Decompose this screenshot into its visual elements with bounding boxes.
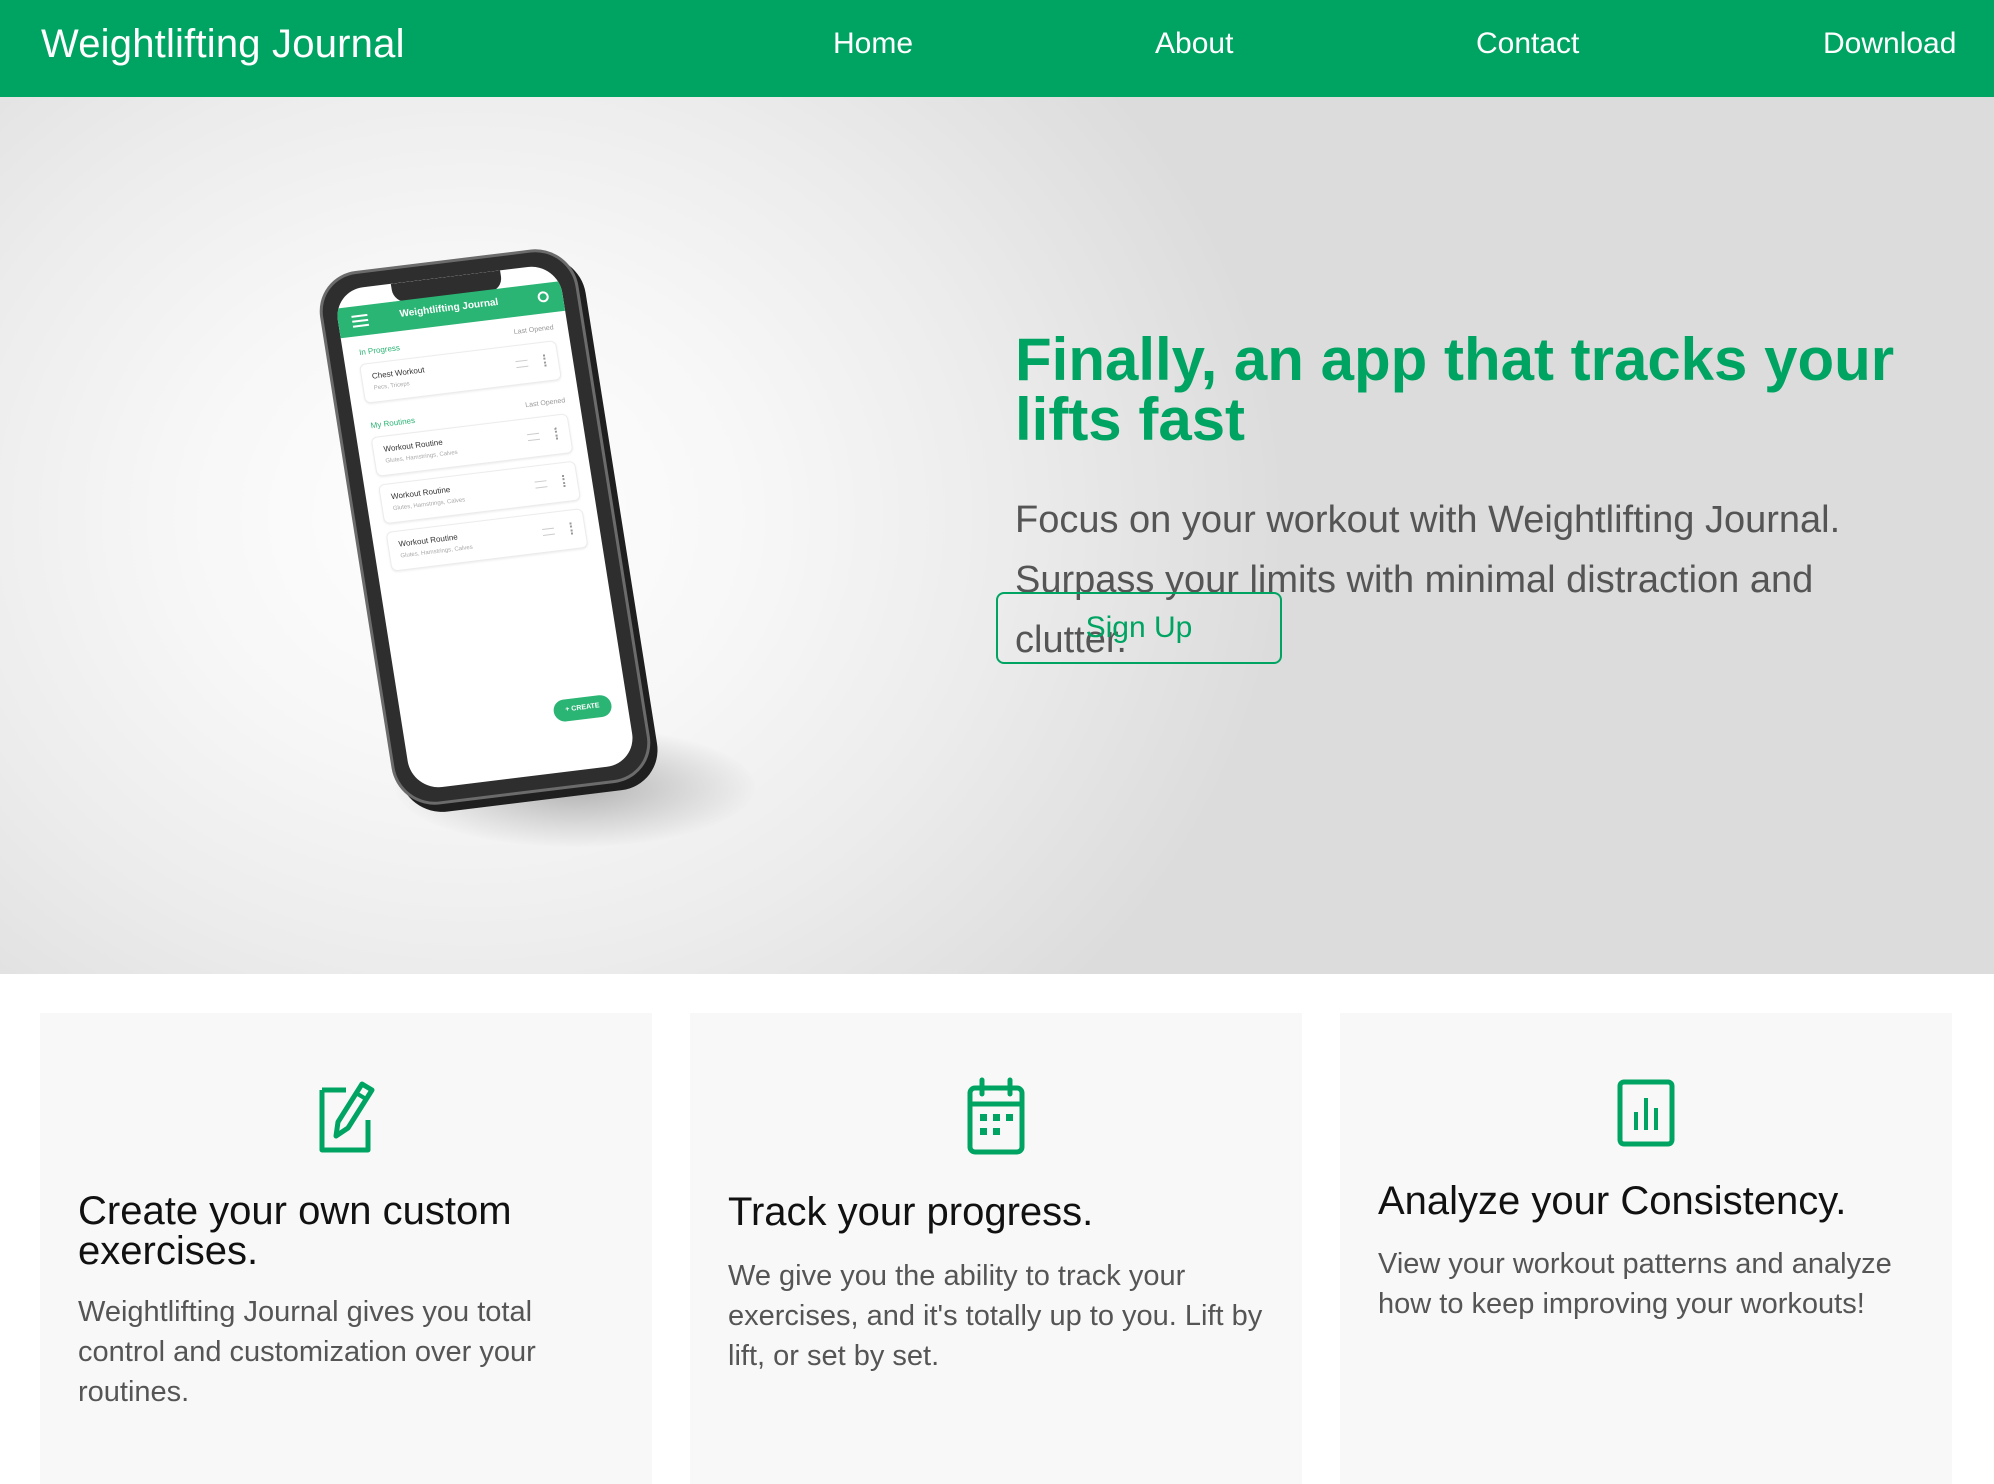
more-icon	[569, 522, 574, 535]
nav-link-download[interactable]: Download	[1823, 27, 1956, 61]
nav-link-about[interactable]: About	[1155, 27, 1233, 61]
card-title: Workout Routine	[382, 437, 444, 454]
top-navbar: Weightlifting Journal Home About Contact…	[0, 0, 1994, 97]
hamburger-menu-icon	[351, 313, 370, 328]
phone-mockup-image: Weightlifting Journal In Progress Last O…	[313, 244, 755, 847]
nav-link-home[interactable]: Home	[833, 27, 913, 61]
drag-icon	[534, 480, 548, 489]
drag-icon	[542, 527, 556, 536]
edit-icon	[319, 1081, 375, 1153]
more-icon	[542, 354, 547, 367]
feature-title: Analyze your Consistency.	[1378, 1179, 1847, 1223]
routines-label: My Routines	[370, 415, 416, 431]
feature-description: View your workout patterns and analyze h…	[1378, 1248, 1892, 1320]
create-fab: + CREATE	[552, 693, 614, 723]
card-title: Workout Routine	[397, 532, 459, 549]
app-title: Weightlifting Journal	[398, 296, 500, 320]
feature-description: We give you the ability to track your ex…	[728, 1260, 1263, 1372]
in-progress-label: In Progress	[358, 343, 401, 358]
drag-icon	[515, 359, 529, 369]
bar-chart-icon	[1617, 1079, 1675, 1147]
drag-icon	[527, 432, 541, 442]
search-icon	[536, 290, 550, 303]
hero-section: Weightlifting Journal In Progress Last O…	[0, 97, 1994, 974]
feature-title: Create your own custom exercises.	[78, 1189, 512, 1273]
feature-card-analyze-consistency: Analyze your Consistency. View your work…	[1340, 1013, 1952, 1484]
card-title: Workout Routine	[390, 485, 451, 502]
feature-card-track-progress: Track your progress. We give you the abi…	[690, 1013, 1302, 1484]
in-progress-sort: Last Opened	[513, 324, 555, 337]
phone-screen: Weightlifting Journal In Progress Last O…	[333, 263, 637, 791]
feature-title: Track your progress.	[728, 1190, 1094, 1234]
card-subtitle: Pecs, Triceps	[373, 381, 411, 392]
calendar-icon	[967, 1077, 1025, 1155]
brand-logo-link[interactable]: Weightlifting Journal	[41, 22, 405, 67]
more-icon	[554, 427, 559, 440]
more-icon	[561, 475, 566, 488]
routines-sort: Last Opened	[524, 397, 566, 410]
phone-frame: Weightlifting Journal In Progress Last O…	[313, 244, 657, 810]
hero-title: Finally, an app that tracks your lifts f…	[1015, 326, 1895, 453]
feature-card-custom-exercises: Create your own custom exercises. Weight…	[40, 1013, 652, 1484]
card-title: Chest Workout	[371, 365, 426, 381]
feature-description: Weightlifting Journal gives you total co…	[78, 1296, 536, 1408]
nav-link-contact[interactable]: Contact	[1476, 27, 1579, 61]
sign-up-button[interactable]: Sign Up	[996, 592, 1282, 664]
